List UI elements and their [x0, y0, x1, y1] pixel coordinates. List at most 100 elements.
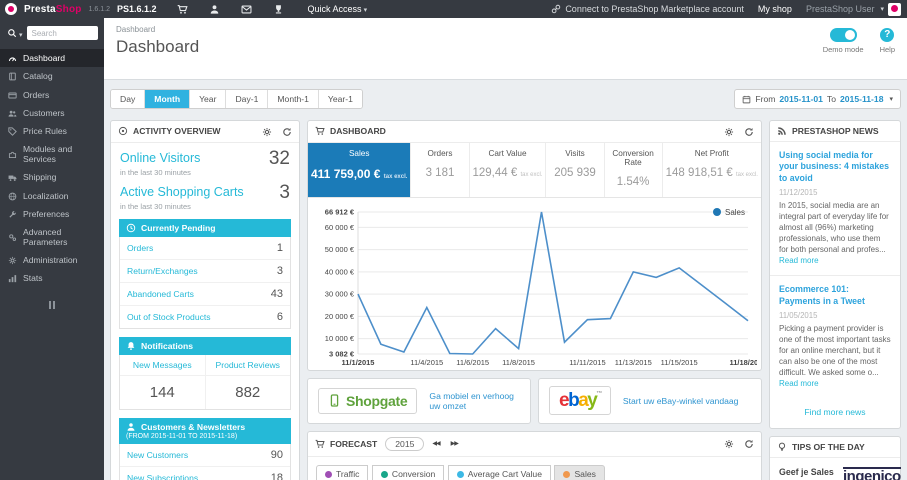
pending-returns-link[interactable]: Return/Exchanges: [127, 266, 198, 276]
sidebar-collapse-button[interactable]: [0, 301, 104, 310]
help-control: ? Help: [880, 28, 895, 54]
news-article-date: 11/12/2015: [779, 188, 818, 198]
panel-refresh-icon[interactable]: [282, 126, 292, 137]
user-menu[interactable]: PrestaShop User ▾: [806, 2, 901, 16]
kpi-tab-net-profit[interactable]: Net Profit 148 918,51 € tax excl.: [663, 143, 761, 197]
read-more-link[interactable]: Read more: [779, 379, 819, 388]
sidebar-item-dashboard[interactable]: Dashboard: [0, 49, 104, 68]
marketplace-link[interactable]: Connect to PrestaShop Marketplace accoun…: [551, 4, 744, 14]
tips-of-the-day-panel: TIPS OF THE DAY Geef je Sales in het bui…: [769, 436, 901, 480]
quick-access-menu[interactable]: Quick Access ▾: [308, 4, 368, 14]
range-month-1-button[interactable]: Month-1: [268, 90, 319, 108]
sidebar-item-shipping[interactable]: Shipping: [0, 168, 104, 186]
abandoned-carts-link[interactable]: Abandoned Carts: [127, 289, 194, 299]
sidebar-item-stats[interactable]: Stats: [0, 269, 104, 287]
kpi-tab-conversion-rate[interactable]: Conversion Rate 1.54%: [605, 142, 663, 197]
messages-icon[interactable]: [241, 3, 252, 14]
sidebar-item-advanced-parameters[interactable]: Advanced Parameters: [0, 223, 104, 251]
range-month-button[interactable]: Month: [145, 90, 191, 108]
toggle-average-cart-value[interactable]: Average Cart Value: [447, 465, 551, 480]
user-avatar: [888, 2, 901, 16]
app-root: PrestaShop 1.6.1.2 PS1.6.1.2 Quick Acces…: [0, 0, 907, 480]
sidebar-item-catalog[interactable]: Catalog: [0, 67, 104, 85]
brand-name: PrestaShop: [24, 3, 82, 15]
to-date: 2015-11-18: [839, 94, 884, 104]
svg-text:20 000 €: 20 000 €: [325, 312, 355, 321]
forecast-next-button[interactable]: ▶▶: [448, 440, 461, 447]
panel-refresh-icon[interactable]: [744, 438, 754, 449]
svg-text:30 000 €: 30 000 €: [325, 289, 355, 298]
date-range-picker[interactable]: From 2015-11-01 To 2015-11-18 ▾: [734, 89, 901, 109]
tag-icon: [8, 126, 17, 137]
kpi-tab-sales[interactable]: Sales 411 759,00 € tax excl.: [308, 142, 412, 197]
search-input[interactable]: [26, 26, 98, 40]
search-icon[interactable]: ▾: [7, 24, 23, 42]
ebay-promo-panel: ebay™ Start uw eBay-winkel vandaag: [538, 377, 762, 424]
customers-row: New Customers 90: [120, 444, 290, 467]
trophy-icon[interactable]: [273, 3, 284, 14]
sidebar-item-administration[interactable]: Administration: [0, 251, 104, 269]
panel-refresh-icon[interactable]: [744, 126, 754, 137]
activity-overview-panel: ACTIVITY OVERVIEW Online Visitors in the…: [110, 120, 300, 480]
read-more-link[interactable]: Read more: [779, 256, 819, 265]
book-icon: [8, 71, 17, 81]
product-reviews-link[interactable]: Product Reviews: [205, 355, 290, 376]
help-button[interactable]: ?: [880, 28, 895, 42]
sidebar-item-localization[interactable]: Localization: [0, 186, 104, 204]
online-visitors-value: 32: [268, 147, 290, 169]
news-article-excerpt: In 2015, social media are an integral pa…: [779, 201, 889, 255]
online-visitors-link[interactable]: Online Visitors: [120, 151, 200, 165]
range-day-button[interactable]: Day: [111, 90, 146, 108]
from-label: From: [755, 94, 776, 104]
active-carts-link[interactable]: Active Shopping Carts: [120, 185, 244, 199]
ebay-logo: ebay™: [549, 386, 611, 416]
activity-panel-title: ACTIVITY OVERVIEW: [133, 126, 221, 137]
cart-icon[interactable]: [177, 3, 188, 14]
conversion-dot: [380, 470, 388, 478]
forecast-panel-title: FORECAST: [330, 438, 378, 449]
new-subscriptions-link[interactable]: New Subscriptions: [127, 473, 198, 480]
main-area: Dashboard Dashboard Demo mode ? Help Day…: [104, 18, 907, 480]
toggle-conversion[interactable]: Conversion: [371, 465, 445, 480]
panel-settings-icon[interactable]: [262, 126, 272, 137]
svg-text:11/11/2015: 11/11/2015: [569, 358, 605, 367]
kpi-tab-orders[interactable]: Orders 3 181: [411, 142, 470, 197]
kpi-tab-cart-value[interactable]: Cart Value 129,44 € tax excl.: [470, 142, 547, 197]
panel-settings-icon[interactable]: [724, 438, 734, 449]
news-article-title[interactable]: Using social media for your business: 4 …: [779, 150, 891, 184]
topbar: PrestaShop 1.6.1.2 PS1.6.1.2 Quick Acces…: [0, 0, 907, 18]
sidebar-item-price-rules[interactable]: Price Rules: [0, 122, 104, 140]
find-more-news-link[interactable]: Find more news: [770, 398, 900, 428]
new-messages-link[interactable]: New Messages: [120, 355, 205, 376]
demo-mode-toggle[interactable]: [829, 28, 857, 42]
phone-icon: [330, 394, 339, 407]
range-day-1-button[interactable]: Day-1: [226, 90, 269, 108]
chart-legend-sales[interactable]: Sales: [712, 208, 745, 217]
kpi-tab-visits[interactable]: Visits 205 939: [546, 142, 605, 197]
currently-pending-section: Currently Pending Orders 1 Return/Exchang…: [119, 218, 291, 329]
notifications-section: Notifications New Messages 144 Product Re…: [119, 336, 291, 410]
kpi-row: Sales 411 759,00 € tax excl. Orders 3 181 …: [308, 142, 761, 198]
toggle-traffic[interactable]: Traffic: [316, 465, 369, 480]
target-icon: [118, 127, 128, 136]
shopgate-promo-link[interactable]: Ga mobiel en verhoog uw omzet: [429, 391, 520, 411]
range-year-button[interactable]: Year: [190, 90, 227, 108]
new-customers-link[interactable]: New Customers: [127, 450, 188, 460]
range-year-1-button[interactable]: Year-1: [318, 90, 362, 108]
forecast-prev-button[interactable]: ◀◀: [429, 440, 442, 447]
out-of-stock-link[interactable]: Out of Stock Products: [127, 312, 211, 322]
toggle-sales[interactable]: Sales: [554, 465, 605, 480]
online-visitors-stat: Online Visitors in the last 30 minutes 3…: [111, 143, 299, 177]
bar-chart-icon: [8, 273, 17, 283]
sidebar-item-orders[interactable]: Orders: [0, 85, 104, 103]
pending-orders-link[interactable]: Orders: [127, 243, 153, 253]
news-article-title[interactable]: Ecommerce 101: Payments in a Tweet: [779, 284, 891, 307]
my-shop-link[interactable]: My shop: [758, 4, 792, 14]
ingenico-logo: ingenico Payment services: [843, 467, 907, 480]
sidebar-item-preferences[interactable]: Preferences: [0, 205, 104, 223]
ebay-promo-link[interactable]: Start uw eBay-winkel vandaag: [623, 396, 739, 406]
profile-icon[interactable]: [209, 3, 220, 14]
panel-settings-icon[interactable]: [724, 126, 734, 137]
sidebar-item-customers[interactable]: Customers: [0, 104, 104, 122]
sidebar-item-modules[interactable]: Modules and Services: [0, 140, 104, 168]
